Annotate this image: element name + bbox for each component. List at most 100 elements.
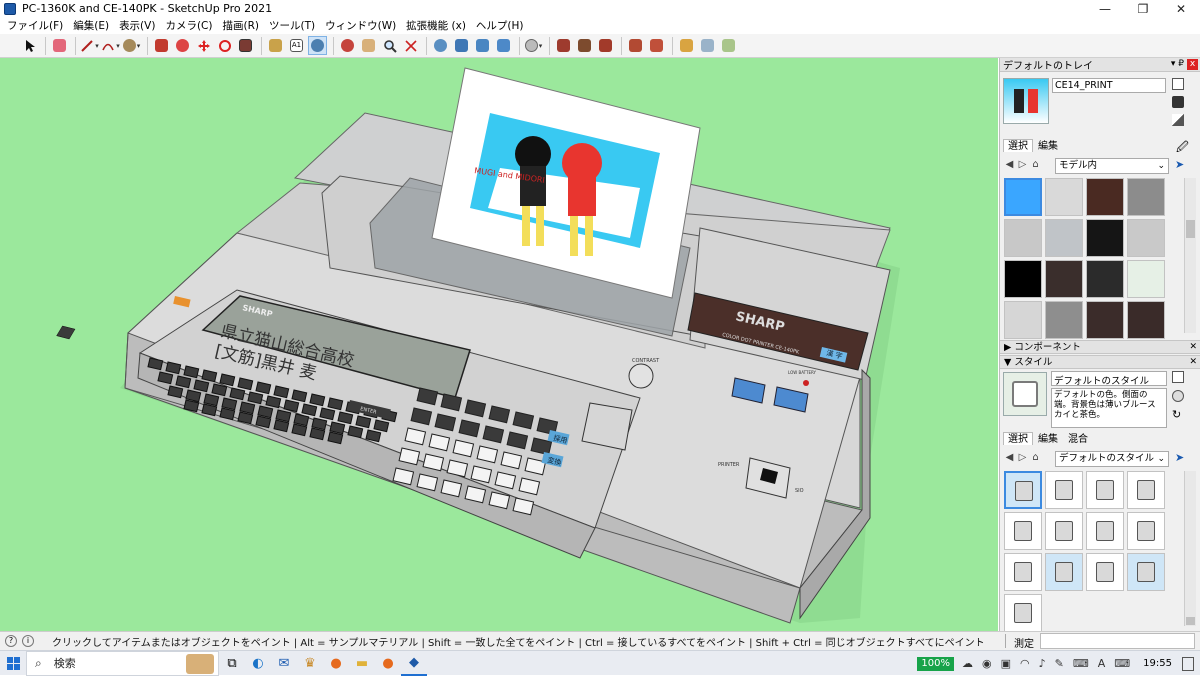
warehouse-icon[interactable] bbox=[626, 36, 645, 55]
move-icon[interactable] bbox=[194, 36, 213, 55]
material-swatch[interactable] bbox=[1004, 301, 1042, 339]
model-info-icon[interactable] bbox=[698, 36, 717, 55]
folder-icon[interactable]: ▬ bbox=[349, 651, 375, 676]
ime-icon[interactable]: ⌨ bbox=[1073, 657, 1089, 670]
material-swatch[interactable] bbox=[1127, 219, 1165, 257]
menu-edit[interactable]: 編集(E) bbox=[68, 18, 114, 33]
geo-location-icon[interactable]: ▾ bbox=[524, 36, 543, 55]
section-display-icon[interactable] bbox=[452, 36, 471, 55]
style-thumbnail[interactable] bbox=[1004, 471, 1042, 509]
firefox-icon[interactable]: ● bbox=[323, 651, 349, 676]
material-swatch[interactable] bbox=[1086, 301, 1124, 339]
scale-icon[interactable] bbox=[236, 36, 255, 55]
layout-icon[interactable] bbox=[719, 36, 738, 55]
style-thumbnail[interactable] bbox=[1045, 553, 1083, 591]
tab-styles-select[interactable]: 選択 bbox=[1003, 432, 1033, 445]
font-icon[interactable]: A bbox=[1098, 657, 1106, 670]
material-swatch[interactable] bbox=[1127, 301, 1165, 339]
volume-icon[interactable]: ♪ bbox=[1039, 657, 1046, 670]
circle-icon[interactable]: ▾ bbox=[122, 36, 141, 55]
eyedropper-icon[interactable]: 🖉 bbox=[1176, 138, 1189, 159]
styles-scrollbar[interactable] bbox=[1184, 471, 1196, 626]
styles-forward-icon[interactable]: ▷ bbox=[1016, 451, 1029, 464]
notification-icon[interactable] bbox=[1182, 656, 1194, 671]
followme-icon[interactable] bbox=[173, 36, 192, 55]
clock[interactable]: 19:55 bbox=[1143, 658, 1172, 669]
mail-icon[interactable]: ✉ bbox=[271, 651, 297, 676]
cloud-icon[interactable]: ☁ bbox=[962, 657, 973, 670]
styles-panel-header[interactable]: ▼ スタイル ✕ bbox=[1000, 355, 1200, 369]
material-swatch[interactable] bbox=[1045, 178, 1083, 216]
refresh-icon[interactable]: ↻ bbox=[1172, 408, 1184, 421]
forward-icon[interactable]: ▷ bbox=[1016, 158, 1029, 171]
default-material-icon[interactable] bbox=[1172, 114, 1184, 126]
menu-extensions[interactable]: 拡張機能 (x) bbox=[401, 18, 471, 33]
zoom-indicator[interactable]: 100% bbox=[917, 656, 954, 671]
material-swatch[interactable] bbox=[1004, 260, 1042, 298]
styles-collection-dropdown[interactable]: デフォルトのスタイル ⌄ bbox=[1055, 451, 1169, 467]
section-cuts-icon[interactable] bbox=[494, 36, 513, 55]
style-thumbnail[interactable] bbox=[1086, 512, 1124, 550]
camera-icon[interactable]: ◉ bbox=[982, 657, 992, 670]
material-swatch[interactable] bbox=[1086, 260, 1124, 298]
tab-styles-edit[interactable]: 編集 bbox=[1033, 432, 1063, 445]
style-thumbnail[interactable] bbox=[1004, 553, 1042, 591]
wifi-icon[interactable]: ◠ bbox=[1020, 657, 1030, 670]
tape-measure-icon[interactable] bbox=[266, 36, 285, 55]
home-icon[interactable]: ⌂ bbox=[1029, 158, 1042, 171]
tab-styles-mix[interactable]: 混合 bbox=[1063, 432, 1093, 445]
extension-warehouse-icon[interactable] bbox=[647, 36, 666, 55]
tray-pin-icon[interactable]: ▾ ₽ bbox=[1171, 59, 1184, 69]
close-button[interactable]: ✕ bbox=[1162, 0, 1200, 17]
create-style-icon[interactable] bbox=[1172, 371, 1184, 383]
sample-paint-icon[interactable] bbox=[1172, 96, 1184, 108]
zoom-icon[interactable] bbox=[380, 36, 399, 55]
firefox-icon-2[interactable]: ● bbox=[375, 651, 401, 676]
material-swatch[interactable] bbox=[1127, 260, 1165, 298]
info-icon[interactable]: i bbox=[22, 635, 34, 647]
material-swatch[interactable] bbox=[1004, 178, 1042, 216]
terrain-icon[interactable] bbox=[575, 36, 594, 55]
select-icon[interactable] bbox=[20, 36, 39, 55]
style-description[interactable]: デフォルトの色。側面の端。背景色は薄いブルースカイと茶色。 bbox=[1051, 388, 1167, 428]
minimize-button[interactable]: — bbox=[1086, 0, 1124, 17]
line-icon[interactable]: ▾ bbox=[80, 36, 99, 55]
material-swatch[interactable] bbox=[1127, 178, 1165, 216]
components-close-icon[interactable]: ✕ bbox=[1189, 341, 1197, 354]
screen-icon[interactable]: ▣ bbox=[1001, 657, 1011, 670]
keyboard-icon[interactable]: ⌨ bbox=[1114, 657, 1130, 670]
zoom-extents-icon[interactable] bbox=[401, 36, 420, 55]
eraser-icon[interactable] bbox=[50, 36, 69, 55]
back-icon[interactable]: ◀ bbox=[1003, 158, 1016, 171]
menu-help[interactable]: ヘルプ(H) bbox=[471, 18, 529, 33]
components-panel-header[interactable]: ▶ コンポーネント ✕ bbox=[1000, 340, 1200, 354]
section-plane-icon[interactable] bbox=[431, 36, 450, 55]
sketchup-taskbar-icon[interactable]: ◆ bbox=[401, 651, 427, 676]
style-thumbnail[interactable] bbox=[1004, 512, 1042, 550]
menu-view[interactable]: 表示(V) bbox=[114, 18, 160, 33]
materials-scrollbar[interactable] bbox=[1184, 178, 1196, 333]
style-thumbnail[interactable] bbox=[1045, 471, 1083, 509]
measurements-input[interactable] bbox=[1040, 633, 1195, 649]
add-location-icon[interactable] bbox=[554, 36, 573, 55]
restore-button[interactable]: ❐ bbox=[1124, 0, 1162, 17]
taskbar-search[interactable]: ⌕ 検索 bbox=[26, 650, 219, 676]
component-icon[interactable] bbox=[677, 36, 696, 55]
section-fill-icon[interactable] bbox=[473, 36, 492, 55]
arc-icon[interactable]: ▾ bbox=[101, 36, 120, 55]
tray-close-button[interactable]: x bbox=[1187, 59, 1198, 70]
style-thumbnail[interactable] bbox=[1127, 512, 1165, 550]
details-arrow-icon[interactable]: ➤ bbox=[1175, 158, 1184, 171]
material-swatch[interactable] bbox=[1004, 219, 1042, 257]
style-name-field[interactable]: デフォルトのスタイル bbox=[1051, 371, 1167, 387]
material-swatch[interactable] bbox=[1045, 301, 1083, 339]
material-swatch[interactable] bbox=[1045, 260, 1083, 298]
rotate-icon[interactable] bbox=[215, 36, 234, 55]
materials-collection-dropdown[interactable]: モデル内 ⌄ bbox=[1055, 158, 1169, 174]
photo-texture-icon[interactable] bbox=[596, 36, 615, 55]
edge-icon[interactable]: ◐ bbox=[245, 651, 271, 676]
update-style-icon[interactable] bbox=[1172, 390, 1184, 402]
tab-materials-edit[interactable]: 編集 bbox=[1033, 139, 1063, 152]
pan-icon[interactable] bbox=[359, 36, 378, 55]
orbit-icon[interactable] bbox=[338, 36, 357, 55]
